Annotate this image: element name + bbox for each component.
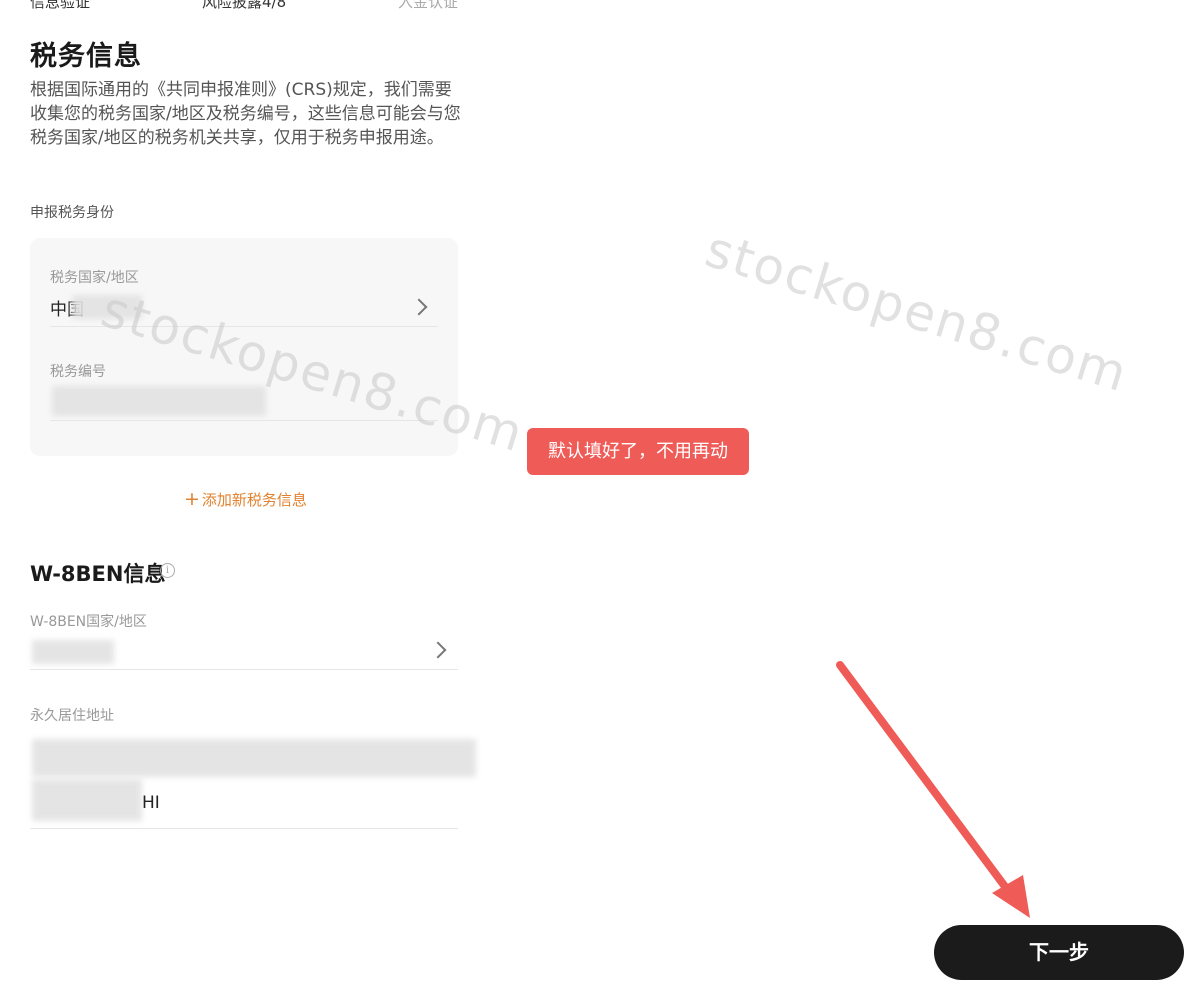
next-step-button[interactable]: 下一步 <box>934 925 1184 980</box>
annotation-arrow-icon <box>836 661 1030 918</box>
